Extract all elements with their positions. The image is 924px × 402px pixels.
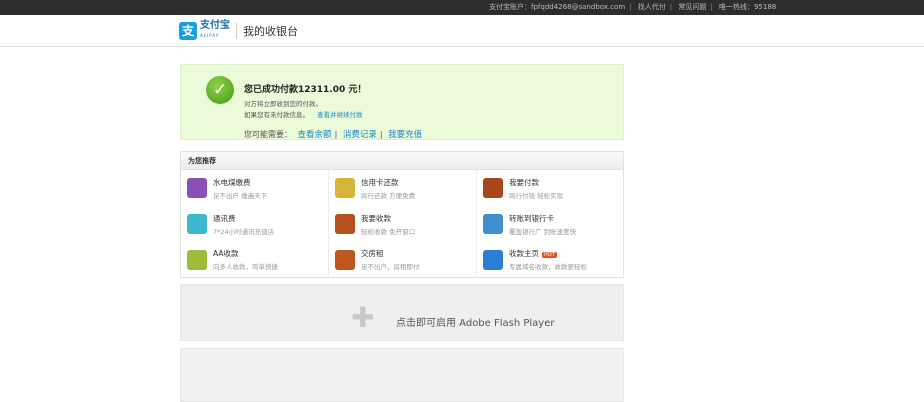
flash-text: 点击即可启用 Adobe Flash Player — [396, 318, 555, 329]
recommend-item[interactable]: 转账到银行卡覆盖银行广 到账速度快 — [477, 206, 623, 242]
item-desc: 7*24小时通讯充值店 — [213, 227, 275, 236]
bottom-placeholder — [180, 348, 624, 402]
recommend-item[interactable]: 通讯费 7*24小时通讯充值店 — [181, 206, 329, 242]
header: 支 支付宝 ALIPAY 我的收银台 — [0, 15, 924, 47]
phone-bill-icon — [187, 214, 207, 234]
view-balance-link[interactable]: 查看余额 — [298, 130, 332, 140]
item-name: 我要付款 — [509, 177, 539, 187]
logo-text: 支付宝 — [200, 20, 230, 31]
success-line1: 对方将立即收到您的付款。 — [244, 100, 322, 108]
recommend-item[interactable]: 交房租足不出户，房租即付 — [329, 242, 477, 277]
page-title: 我的收银台 — [243, 25, 298, 38]
success-panel: ✓ 您已成功付款12311.00 元！ 对方将立即收到您的付款。 如果您有未付款… — [180, 64, 624, 140]
item-name: 我要收款 — [361, 213, 391, 223]
item-desc: 足不出户，房租即付 — [361, 263, 420, 271]
item-desc: 专属域名收款，收款更轻松 — [509, 263, 587, 271]
alipay-logo[interactable]: 支 支付宝 ALIPAY 我的收银台 — [179, 21, 298, 41]
flash-placeholder[interactable]: ✚ 点击即可启用 Adobe Flash Player — [180, 284, 624, 341]
needs-label: 您可能需要： — [244, 130, 292, 139]
success-line2: 如果您有未付款信息。 — [244, 111, 309, 119]
recharge-link[interactable]: 我要充值 — [388, 130, 422, 140]
item-name: 水电煤缴费 — [213, 177, 251, 187]
item-desc: 跨行还款 方便免费 — [361, 191, 416, 200]
homepage-icon — [483, 249, 503, 270]
aa-icon — [187, 249, 207, 270]
item-name: 交房租 — [361, 249, 384, 258]
alipay-logo-icon: 支 — [179, 22, 197, 40]
item-name: 通讯费 — [213, 213, 236, 223]
records-link[interactable]: 消费记录 — [343, 130, 377, 140]
recommend-item[interactable]: 我要收款轻松收款 免开窗口 — [329, 206, 477, 242]
recommend-item[interactable]: 我要付款跨行付钱 轻松实现 — [477, 170, 623, 206]
recommend-panel: 为您推荐 水电煤缴费 足不出户 缴遍天下 信用卡还款 跨行还款 方便免费 我要付款 跨行付… — [180, 151, 624, 278]
hotline: 唯一热线：95188 — [718, 3, 777, 11]
recommend-item[interactable]: 收款主页 HOT 专属域名收款，收款更轻松 — [477, 242, 623, 277]
recommend-item[interactable]: 信用卡还款跨行还款 方便免费 — [329, 170, 477, 206]
item-desc: 覆盖银行广 到账速度快 — [509, 227, 577, 236]
link-find-payer[interactable]: 找人代付 — [638, 3, 666, 11]
item-desc: 轻松收款 免开窗口 — [361, 227, 416, 236]
credit-card-icon — [335, 178, 355, 198]
logo-sub: ALIPAY — [200, 33, 220, 38]
account-info: 支付宝账户：fpfqdd4268@sandbox.com — [489, 3, 626, 11]
item-name: 信用卡还款 — [361, 177, 399, 187]
recommend-item[interactable]: 水电煤缴费足不出户 缴遍天下 — [181, 170, 329, 206]
check-icon: ✓ — [206, 76, 234, 104]
link-faq[interactable]: 常见问题 — [678, 3, 706, 11]
recommend-title: 为您推荐 — [181, 152, 623, 170]
success-title: 您已成功付款12311.00 元！ — [244, 85, 367, 95]
utilities-icon — [187, 178, 207, 198]
item-desc: 跨行付钱 轻松实现 — [509, 191, 564, 200]
item-name: 转账到银行卡 — [509, 213, 554, 223]
continue-pay-link[interactable]: 查看并继续付款 — [317, 111, 363, 119]
item-desc: 足不出户 缴遍天下 — [213, 191, 268, 200]
receive-icon — [335, 214, 355, 234]
item-name: AA收款 — [213, 249, 239, 258]
hot-badge: HOT — [542, 252, 557, 258]
item-name: 收款主页 — [509, 249, 539, 258]
item-desc: 向多人收款，简单快捷 — [213, 263, 278, 271]
rent-icon — [335, 249, 355, 270]
recommend-item[interactable]: AA收款向多人收款，简单快捷 — [181, 242, 329, 277]
plugin-puzzle-icon: ✚ — [351, 301, 375, 334]
bank-transfer-icon — [483, 214, 503, 234]
pay-icon — [483, 178, 503, 198]
divider — [236, 23, 237, 39]
top-bar: 支付宝账户：fpfqdd4268@sandbox.com | 找人代付 | 常见问题… — [0, 0, 924, 15]
